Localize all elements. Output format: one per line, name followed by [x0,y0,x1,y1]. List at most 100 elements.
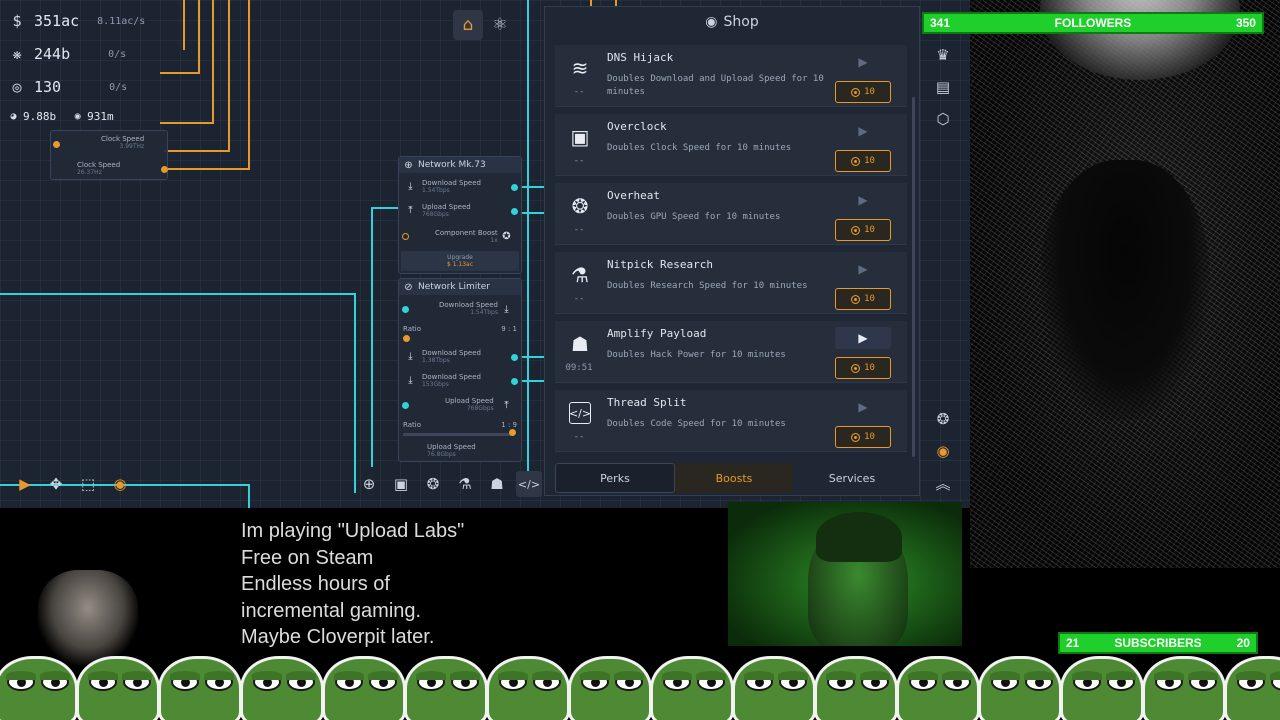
followers-goal-bar: 341 FOLLOWERS 350 [922,12,1264,34]
item-name: DNS Hijack [607,51,674,64]
buy-button[interactable]: 10 [835,81,891,103]
home-button[interactable]: ⌂ [453,10,483,40]
mini-stats: ◕ 9.88b ◉ 931m [8,110,113,123]
target-icon: ◉ [705,14,718,30]
resource-value: 130 [34,78,62,96]
tab-boosts[interactable]: Boosts [675,463,793,493]
output-port[interactable] [511,354,518,361]
modules-button[interactable]: ⬡ [930,106,956,132]
hack-icon: ◕ [10,111,17,122]
resource-value: 244b [34,45,71,63]
frog-emote-row [0,650,1280,720]
move-tool[interactable]: ✥ [43,471,69,497]
ratio-port[interactable] [403,335,410,342]
boost-icon[interactable]: ✪ [501,231,512,242]
output-port[interactable] [511,378,518,385]
limiter-node[interactable]: ⊘ Network Limiter Download Speed 1.54Tbp… [398,278,522,462]
caption-line: Endless hours of [241,573,390,595]
home-icon: ⌂ [462,15,474,35]
row-label: Download Speed [439,301,498,309]
buy-button[interactable]: 10 [835,426,891,448]
category-network[interactable]: ⊕ [356,471,382,497]
row-value: 768Gbps [422,211,449,218]
input-port[interactable] [53,141,60,148]
row-value: 1.54Tbps [422,187,450,194]
side-toolbar: ♛ ▤ ⬡ ❂ ◉ ︽ [926,38,960,498]
code-icon: </> [517,477,541,491]
shop-button[interactable]: ◉ [930,438,956,464]
category-gpu[interactable]: ❂ [420,471,446,497]
item-name: Amplify Payload [607,327,707,340]
tab-perks[interactable]: Perks [555,463,675,493]
network-node[interactable]: ⊕ Network Mk.73 ⤓ Download Speed 1.54Tbp… [398,156,522,274]
cpu-icon: ❋ [12,45,22,63]
item-timer: -- [573,225,585,235]
resource-money: $ 351ac 8.11ac/s [8,12,145,30]
coin-icon [851,363,861,373]
clock-node[interactable]: Clock Speed 3.99THz Clock Speed 26.37Hz [50,130,168,180]
wire [228,0,230,150]
wire [212,0,214,122]
buy-button[interactable]: 10 [835,219,891,241]
shop-scrollbar[interactable] [912,97,915,457]
marquee-icon: ⬚ [80,475,96,493]
activate-button[interactable]: ▶ [835,189,891,211]
item-price: 10 [864,156,875,166]
category-code[interactable]: </> [516,471,542,497]
activate-button[interactable]: ▶ [835,327,891,349]
ratio-port[interactable] [509,429,516,436]
download-icon: ⤓ [504,304,509,315]
collapse-button[interactable]: ︽ [930,470,956,496]
wire [371,207,399,209]
activate-button[interactable]: ▶ [835,258,891,280]
output-port[interactable] [511,208,518,215]
activate-button[interactable]: ▶ [835,120,891,142]
followers-goal: 350 [1235,16,1256,30]
ratio-slider[interactable] [403,433,513,436]
output-port[interactable] [511,184,518,191]
stream-caption: Im playing "Upload Labs" Free on Steam E… [241,518,464,651]
category-research[interactable]: ⚗ [452,471,478,497]
output-port[interactable] [161,166,168,173]
achievements-button[interactable]: ♛ [930,42,956,68]
subscribers-current: 21 [1066,636,1080,650]
prestige-button[interactable]: ❂ [930,406,956,432]
buy-button[interactable]: 10 [835,357,891,379]
item-desc: Doubles Download and Upload Speed for 10… [607,74,824,97]
node-row: Clock Speed 3.99THz [101,135,144,150]
activate-button[interactable]: ▶ [835,51,891,73]
pointer-icon: ▶ [19,475,31,493]
wire [371,207,373,467]
download-row: Download Speed 1.54Tbps [439,301,498,316]
upgrade-button[interactable]: Upgrade $ 1.13ac [401,251,519,271]
journal-button[interactable]: ▤ [930,74,956,100]
item-timer: -- [573,156,585,166]
buy-button[interactable]: 10 [835,150,891,172]
buy-button[interactable]: 10 [835,288,891,310]
select-tool[interactable]: ▶ [12,471,38,497]
coin-tool[interactable]: ◉ [107,471,133,497]
download-row: ⤓ Download Speed 1.38Tbps [405,349,481,364]
wire [248,0,250,168]
settings-button[interactable]: ⚛ [485,10,515,40]
tab-services[interactable]: Services [793,463,911,493]
category-cpu[interactable]: ▣ [388,471,414,497]
box-select-tool[interactable]: ⬚ [75,471,101,497]
game-canvas[interactable]: $ 351ac 8.11ac/s ❋ 244b 0/s ◎ 130 0/s ◕ … [0,0,970,508]
upload-icon: ⤒ [504,400,509,411]
row-label: Component Boost [435,229,498,237]
item-desc: Doubles Code Speed for 10 minutes [607,419,786,429]
node-title: ⊘ Network Limiter [399,279,521,295]
input-port[interactable] [402,402,409,409]
row-value: 768Gbps [466,405,494,412]
activate-button[interactable]: ▶ [835,396,891,418]
category-hack[interactable]: ☗ [484,471,510,497]
caption-line: Free on Steam [241,546,374,569]
frog-emote [1224,656,1280,720]
frog-emote [896,656,980,720]
item-name: Overheat [607,189,660,202]
input-port[interactable] [402,306,409,313]
coin-icon [851,432,861,442]
boost-port[interactable] [402,233,409,240]
upload-row: ⤒ Upload Speed 768Gbps [405,203,470,218]
